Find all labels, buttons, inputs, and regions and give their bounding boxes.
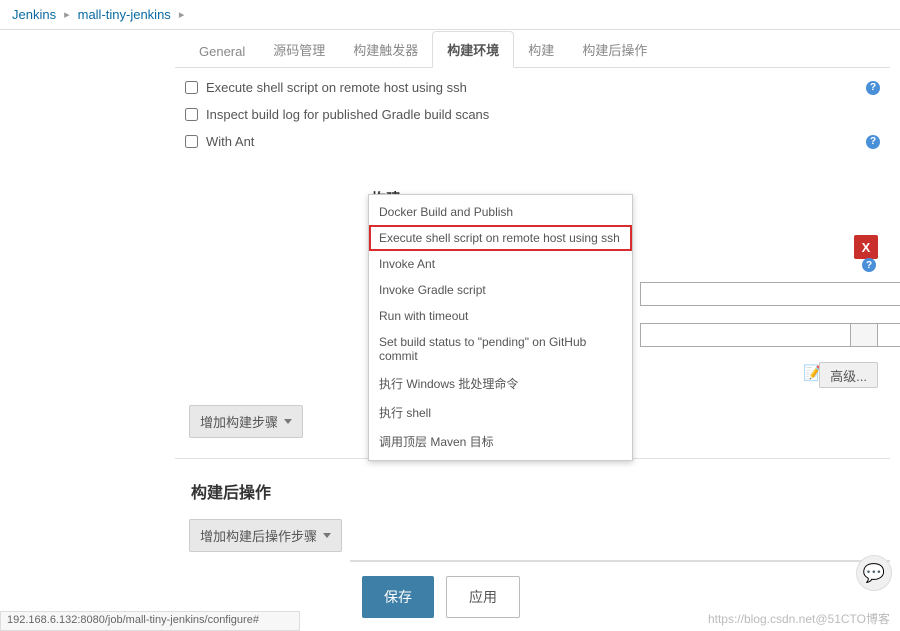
expand-button[interactable] (850, 323, 878, 347)
advanced-button[interactable]: 高级... (819, 362, 878, 388)
chevron-down-icon (323, 533, 331, 538)
menu-item-windows-batch[interactable]: 执行 Windows 批处理命令 (369, 369, 632, 398)
checkbox-gradle-scans[interactable] (185, 108, 198, 121)
help-icon[interactable]: ? (866, 81, 880, 95)
menu-item-docker[interactable]: Docker Build and Publish (369, 199, 632, 225)
help-icon[interactable]: ? (862, 258, 876, 272)
status-bar-url: 192.168.6.132:8080/job/mall-tiny-jenkins… (0, 611, 300, 631)
sidebar (0, 30, 175, 630)
tab-general[interactable]: General (185, 36, 259, 67)
tab-triggers[interactable]: 构建触发器 (339, 32, 432, 67)
ssh-site-select[interactable] (640, 282, 900, 306)
chevron-down-icon (284, 419, 292, 424)
watermark: https://blog.csdn.net@51CTO博客 (708, 610, 890, 627)
breadcrumb-project[interactable]: mall-tiny-jenkins (78, 7, 171, 22)
tab-post-build[interactable]: 构建后操作 (568, 32, 661, 67)
tab-scm[interactable]: 源码管理 (259, 32, 339, 67)
delete-step-button[interactable]: X (854, 235, 878, 259)
tab-build-env[interactable]: 构建环境 (432, 31, 514, 68)
help-icon[interactable]: ? (866, 135, 880, 149)
menu-item-github-pending[interactable]: Set build status to "pending" on GitHub … (369, 329, 632, 369)
menu-item-maven-top[interactable]: 调用顶层 Maven 目标 (369, 427, 632, 456)
breadcrumb: Jenkins ▸ mall-tiny-jenkins ▸ (0, 0, 900, 30)
menu-item-run-timeout[interactable]: Run with timeout (369, 303, 632, 329)
label-ssh: Execute shell script on remote host usin… (206, 80, 467, 95)
tab-bar: General 源码管理 构建触发器 构建环境 构建 构建后操作 (175, 30, 890, 68)
add-post-build-step-button[interactable]: 增加构建后操作步骤 (189, 519, 342, 552)
section-title-post-build: 构建后操作 (189, 469, 876, 509)
apply-button[interactable]: 应用 (446, 576, 520, 618)
checkbox-ssh[interactable] (185, 81, 198, 94)
save-button[interactable]: 保存 (362, 576, 434, 618)
add-build-step-button[interactable]: 增加构建步骤 (189, 405, 303, 438)
label-gradle-scans: Inspect build log for published Gradle b… (206, 107, 489, 122)
menu-item-invoke-ant[interactable]: Invoke Ant (369, 251, 632, 277)
chevron-right-icon: ▸ (64, 8, 70, 21)
checkbox-with-ant[interactable] (185, 135, 198, 148)
breadcrumb-root[interactable]: Jenkins (12, 7, 56, 22)
menu-item-ssh-shell[interactable]: Execute shell script on remote host usin… (369, 225, 632, 251)
add-build-step-menu: Docker Build and Publish Execute shell s… (368, 194, 633, 461)
build-env-section: Execute shell script on remote host usin… (175, 68, 890, 165)
menu-item-invoke-gradle[interactable]: Invoke Gradle script (369, 277, 632, 303)
config-content: General 源码管理 构建触发器 构建环境 构建 构建后操作 Execute… (175, 30, 900, 630)
wechat-icon[interactable]: 💬 (856, 555, 892, 591)
tab-build[interactable]: 构建 (514, 32, 568, 67)
chevron-right-icon: ▸ (179, 8, 185, 21)
menu-item-exec-shell[interactable]: 执行 shell (369, 398, 632, 427)
add-post-build-step-label: 增加构建后操作步骤 (200, 526, 317, 545)
label-with-ant: With Ant (206, 134, 254, 149)
add-build-step-label: 增加构建步骤 (200, 412, 278, 431)
